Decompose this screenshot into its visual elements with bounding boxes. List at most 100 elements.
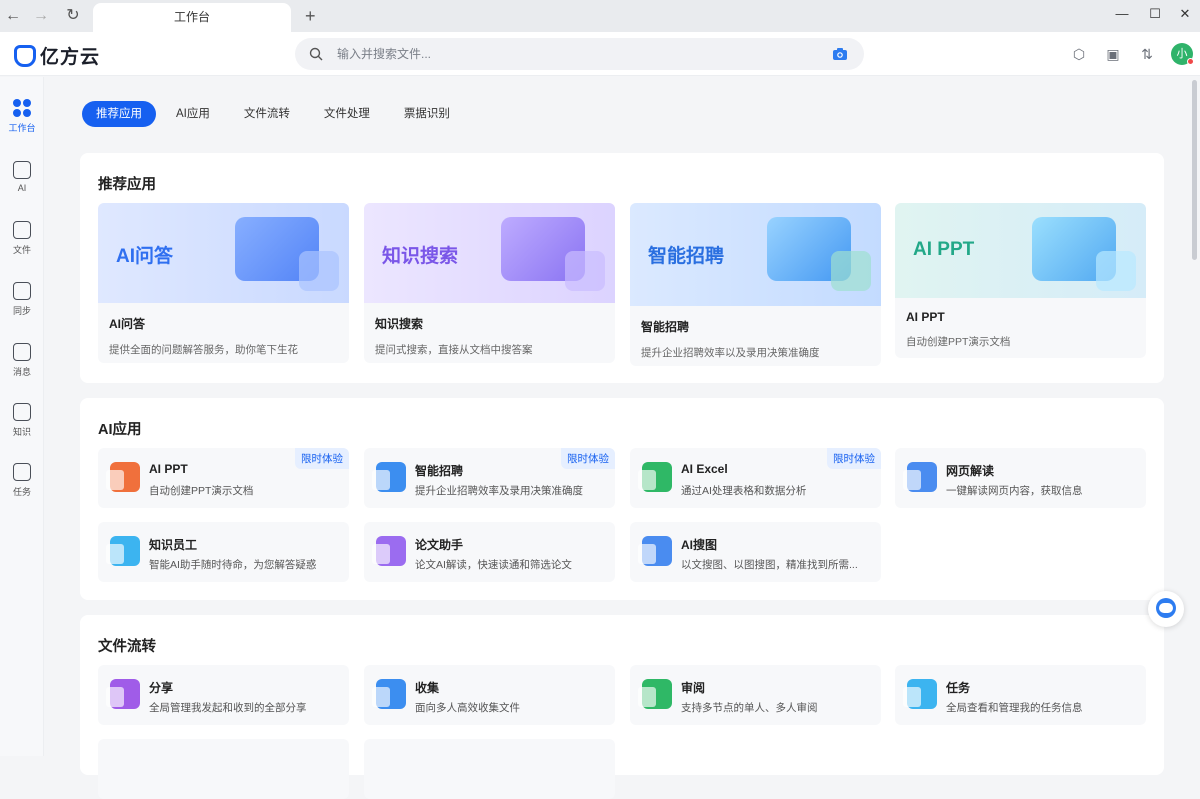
recommended-card[interactable]: AI问答 AI问答 提供全面的问题解答服务，助你笔下生花 [98, 203, 349, 363]
scrollbar[interactable] [1192, 80, 1197, 740]
logo-text: 亿方云 [40, 47, 101, 68]
banner-image: AI PPT [895, 203, 1146, 298]
avatar[interactable]: 小 [1171, 43, 1194, 65]
sidebar-item-sync[interactable]: 同步 [0, 282, 44, 317]
decoration-icon [565, 251, 605, 291]
card-desc: 提升企业招聘效率以及录用决策准确度 [641, 347, 820, 359]
app-desc: 论文AI解读，快速读通和筛选论文 [415, 559, 572, 571]
search-icon [309, 47, 323, 61]
knowledge-icon [13, 403, 31, 421]
sidebar-item-ai[interactable]: AI [0, 161, 44, 193]
app-card-web-reader[interactable]: 网页解读 一键解读网页内容，获取信息 [895, 448, 1146, 508]
forward-arrow-icon[interactable]: → [30, 5, 52, 27]
banner-title: AI PPT [913, 239, 975, 260]
tab-ai-apps[interactable]: AI应用 [162, 101, 224, 127]
section-title: 推荐应用 [98, 177, 156, 193]
assistant-float-button[interactable] [1148, 591, 1184, 627]
app-desc: 面向多人高效收集文件 [415, 702, 520, 714]
recommended-panel: 推荐应用 AI问答 AI问答 提供全面的问题解答服务，助你笔下生花 知识搜索 知… [80, 153, 1164, 383]
sidebar-item-tasks[interactable]: 任务 [0, 463, 44, 498]
sidebar-item-knowledge[interactable]: 知识 [0, 403, 44, 438]
device-icon[interactable]: ▣ [1103, 44, 1123, 64]
app-desc: 提升企业招聘效率及录用决策准确度 [415, 485, 583, 497]
close-icon[interactable]: ✕ [1175, 6, 1195, 22]
app-card-share[interactable]: 分享 全局管理我发起和收到的全部分享 [98, 665, 349, 725]
excel-app-icon [638, 462, 672, 492]
tab-file-processing[interactable]: 文件处理 [310, 101, 384, 127]
camera-icon[interactable] [832, 47, 848, 61]
app-name: 收集 [415, 681, 440, 695]
maximize-icon[interactable]: ☐ [1145, 6, 1165, 22]
app-desc: 全局管理我发起和收到的全部分享 [149, 702, 307, 714]
content-tabs: 推荐应用 AI应用 文件流转 文件处理 票据识别 [82, 101, 464, 127]
transfer-icon[interactable]: ⇅ [1137, 44, 1157, 64]
recommended-card[interactable]: AI PPT AI PPT 自动创建PPT演示文档 [895, 203, 1146, 358]
tab-file-flow[interactable]: 文件流转 [230, 101, 304, 127]
tab-invoice-recognition[interactable]: 票据识别 [390, 101, 464, 127]
app-card-partial[interactable] [98, 739, 349, 799]
limited-badge: 限时体验 [827, 448, 881, 469]
app-card-ai-ppt[interactable]: AI PPT 自动创建PPT演示文档 限时体验 [98, 448, 349, 508]
section-title: 文件流转 [98, 639, 156, 655]
sidebar-item-files[interactable]: 文件 [0, 221, 44, 256]
avatar-initial: 小 [1176, 48, 1188, 60]
sidebar-item-label: 文件 [12, 245, 31, 255]
message-icon [13, 343, 31, 361]
app-desc: 支持多节点的单人、多人审阅 [681, 702, 818, 714]
logo-mark-icon [14, 44, 36, 67]
share-app-icon [106, 679, 140, 709]
sidebar-item-label: 消息 [12, 367, 31, 377]
task-app-icon [903, 679, 937, 709]
app-desc: 智能AI助手随时待命，为您解答疑惑 [149, 559, 317, 571]
folder-icon [13, 221, 31, 239]
reload-icon[interactable]: ↻ [62, 5, 84, 27]
sidebar-item-messages[interactable]: 消息 [0, 343, 44, 378]
app-name: 任务 [946, 681, 971, 695]
new-tab-icon[interactable]: + [305, 6, 316, 26]
card-desc: 提供全面的问题解答服务，助你笔下生花 [109, 344, 298, 356]
app-card-ai-image-search[interactable]: AI搜图 以文搜图、以图搜图，精准找到所需... [630, 522, 881, 582]
tab-recommended[interactable]: 推荐应用 [82, 101, 156, 127]
app-name: 知识员工 [149, 538, 198, 552]
app-card-partial[interactable] [364, 739, 615, 799]
banner-title: AI问答 [116, 246, 174, 267]
app-desc: 自动创建PPT演示文档 [149, 485, 254, 497]
notification-dot [1187, 58, 1194, 65]
image-search-app-icon [638, 536, 672, 566]
sidebar-item-label: AI [17, 183, 27, 193]
app-name: 审阅 [681, 681, 706, 695]
app-card-paper-assistant[interactable]: 论文助手 论文AI解读，快速读通和筛选论文 [364, 522, 615, 582]
grid-icon [13, 99, 31, 117]
app-card-collect[interactable]: 收集 面向多人高效收集文件 [364, 665, 615, 725]
card-desc: 自动创建PPT演示文档 [906, 336, 1011, 348]
banner-title: 智能招聘 [648, 246, 725, 267]
browser-tab[interactable]: 工作台 [93, 3, 291, 32]
app-desc: 以文搜图、以图搜图，精准找到所需... [681, 559, 858, 571]
scrollbar-thumb[interactable] [1192, 80, 1197, 260]
ai-apps-panel: AI应用 AI PPT 自动创建PPT演示文档 限时体验 智能招聘 提升企业招聘… [80, 398, 1164, 600]
app-logo[interactable]: 亿方云 [14, 42, 100, 69]
recommended-card[interactable]: 智能招聘 智能招聘 提升企业招聘效率以及录用决策准确度 [630, 203, 881, 366]
collect-app-icon [372, 679, 406, 709]
recommended-card[interactable]: 知识搜索 知识搜索 提问式搜索，直接从文档中搜答案 [364, 203, 615, 363]
app-card-task[interactable]: 任务 全局查看和管理我的任务信息 [895, 665, 1146, 725]
sidebar-item-workbench[interactable]: 工作台 [0, 99, 44, 134]
minimize-icon[interactable]: — [1112, 6, 1132, 21]
app-name: 论文助手 [415, 538, 464, 552]
app-name: 智能招聘 [415, 464, 464, 478]
card-name: AI问答 [109, 317, 146, 331]
cube-icon[interactable]: ⬡ [1069, 44, 1089, 64]
back-arrow-icon[interactable]: ← [2, 5, 24, 27]
app-card-review[interactable]: 审阅 支持多节点的单人、多人审阅 [630, 665, 881, 725]
app-card-knowledge-staff[interactable]: 知识员工 智能AI助手随时待命，为您解答疑惑 [98, 522, 349, 582]
banner-image: AI问答 [98, 203, 349, 303]
app-header: 亿方云 ⬡ ▣ ⇅ 小 [0, 32, 1200, 76]
sync-folder-icon [13, 282, 31, 300]
sidebar-item-label: 同步 [12, 306, 31, 316]
app-name: 网页解读 [946, 464, 995, 478]
app-card-ai-excel[interactable]: AI Excel 通过AI处理表格和数据分析 限时体验 [630, 448, 881, 508]
search-input[interactable] [337, 38, 797, 70]
app-card-recruit[interactable]: 智能招聘 提升企业招聘效率及录用决策准确度 限时体验 [364, 448, 615, 508]
task-icon [13, 463, 31, 481]
web-app-icon [903, 462, 937, 492]
